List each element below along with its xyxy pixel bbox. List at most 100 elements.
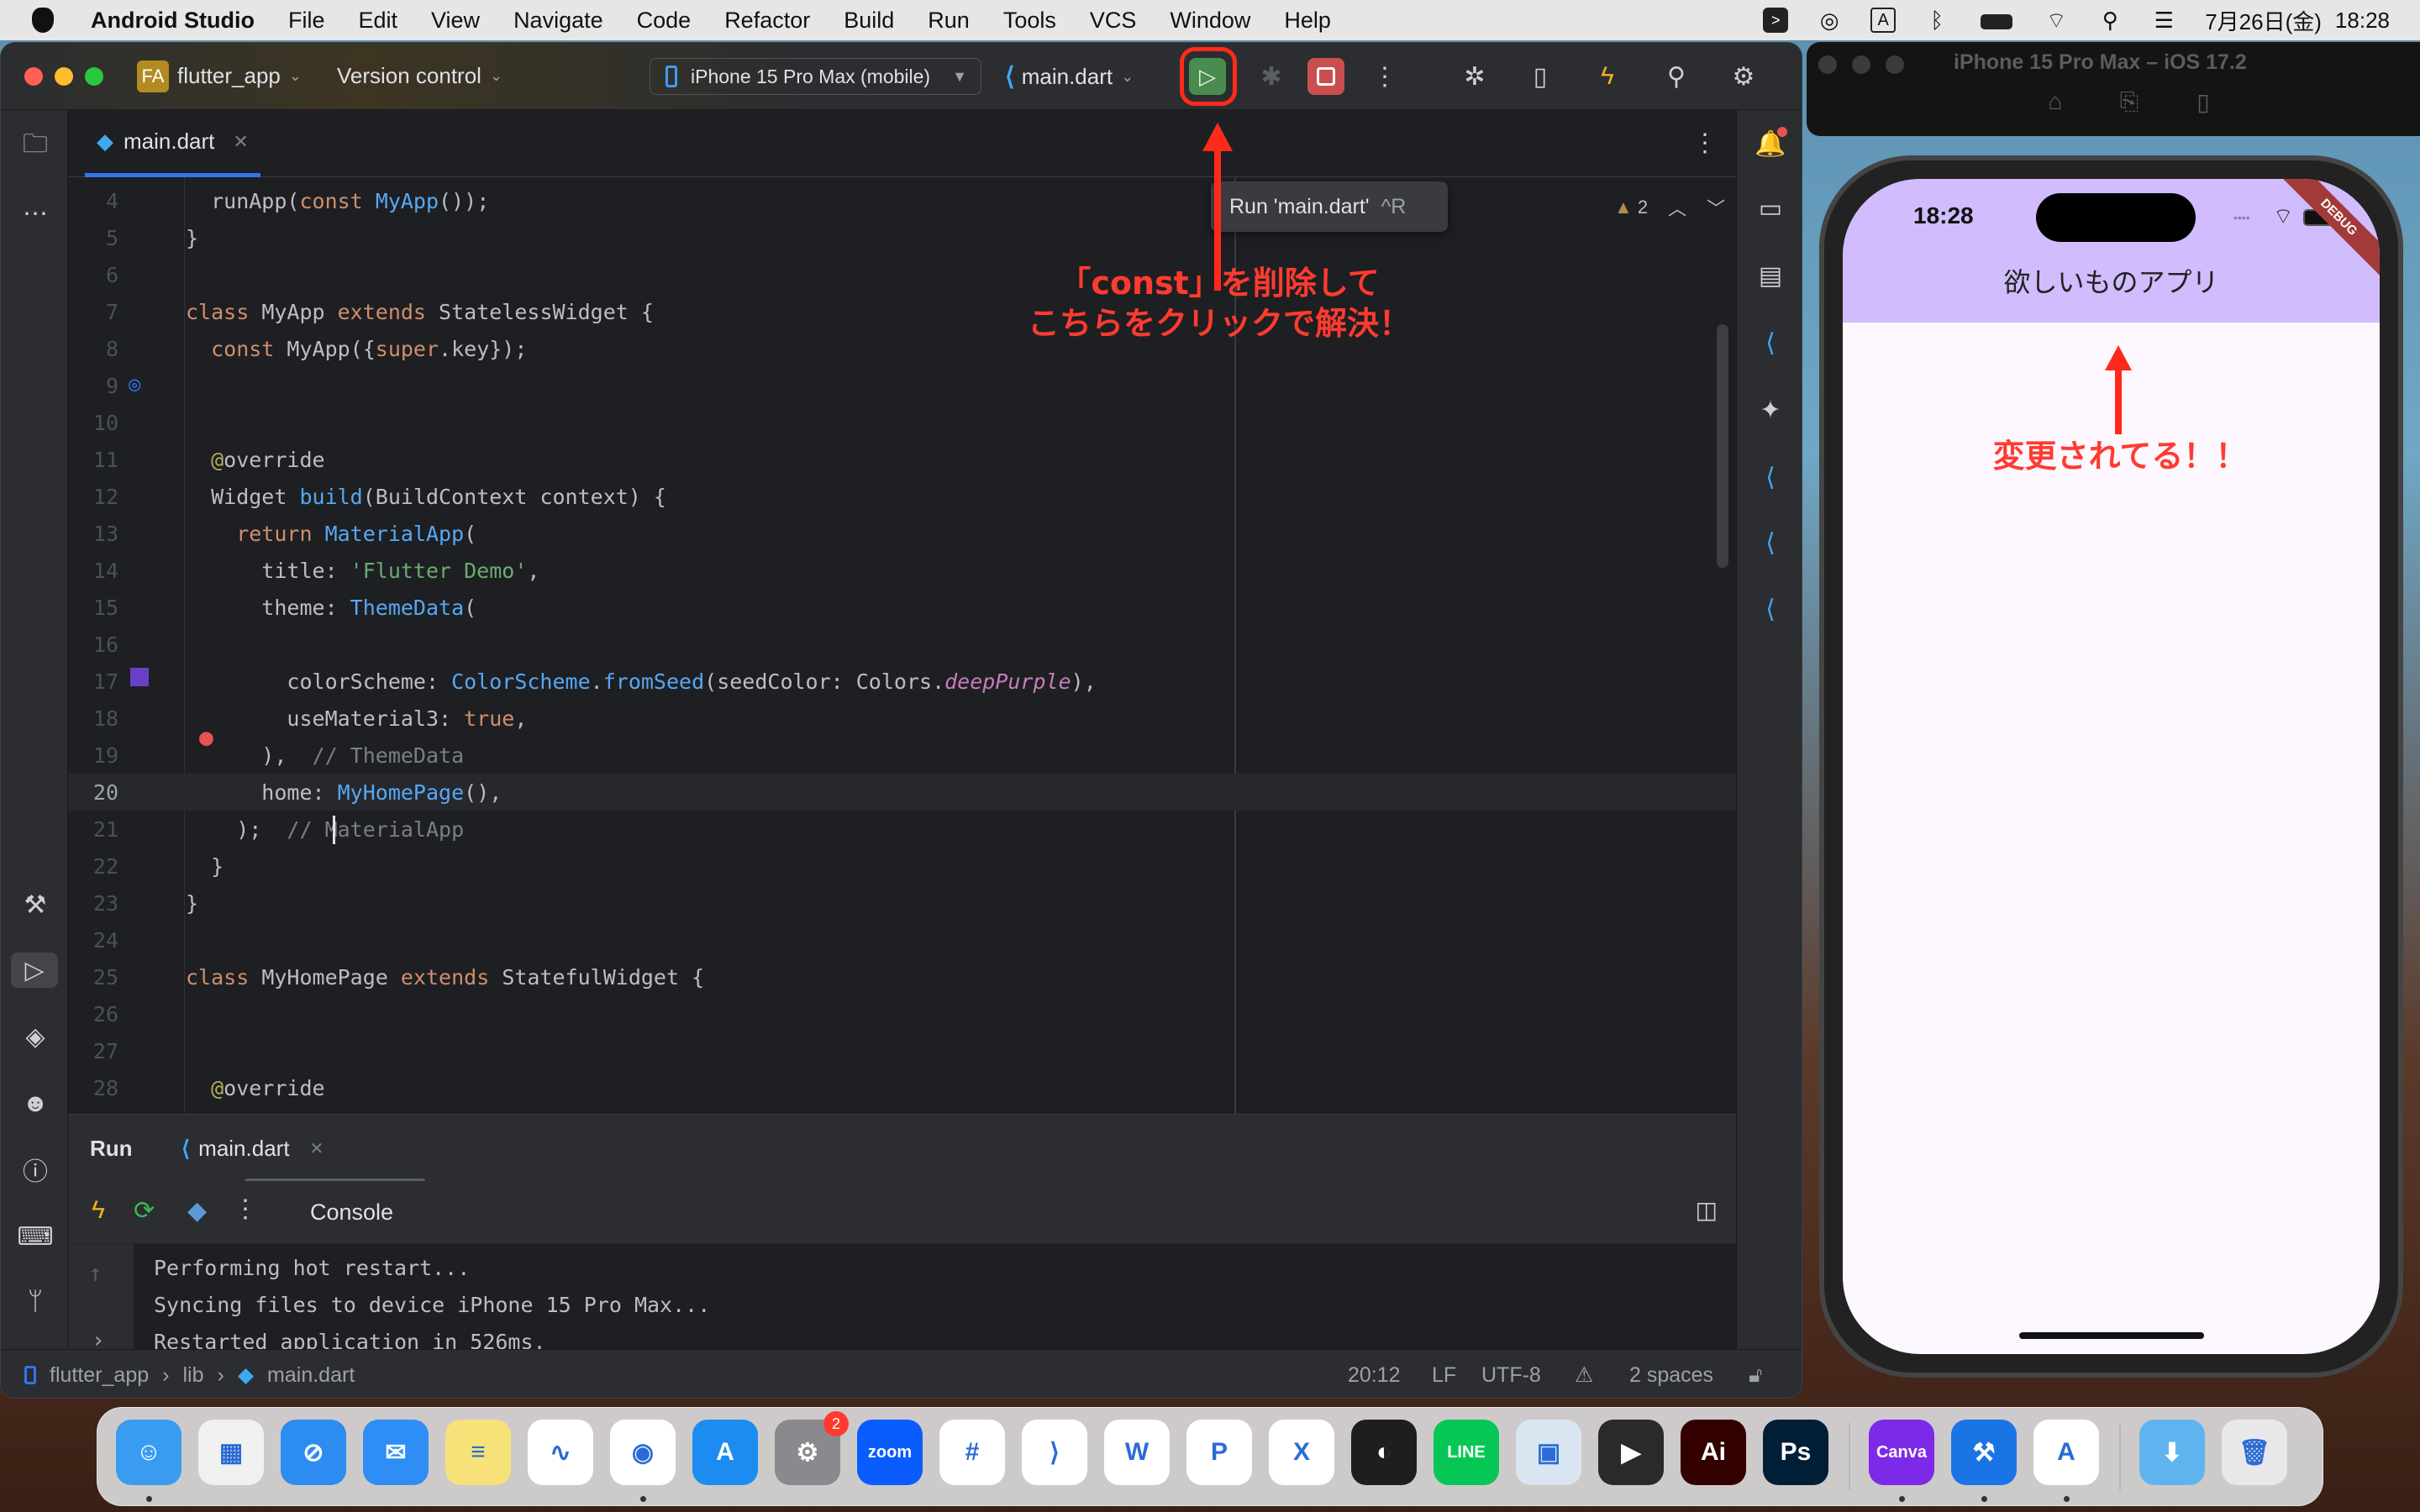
terminal-tool-button[interactable]: ⌨ [17, 1219, 53, 1254]
dock-app-excel[interactable]: X [1269, 1420, 1334, 1485]
build-tool-button[interactable]: ⚒ [18, 887, 53, 922]
code-line[interactable]: 19 ), // ThemeData [68, 737, 1736, 774]
menu-vcs[interactable]: VCS [1090, 8, 1137, 34]
bluetooth-icon[interactable]: ᛒ [1924, 8, 1949, 33]
home-icon[interactable]: ⌂ [2040, 88, 2070, 118]
dock-app-canva[interactable]: Canva [1869, 1420, 1934, 1485]
dock-app-launchpad[interactable]: ▦ [198, 1420, 264, 1485]
dock-app-word[interactable]: W [1104, 1420, 1170, 1485]
screenshot-icon[interactable]: ⎘ [2114, 88, 2144, 118]
menu-run[interactable]: Run [928, 8, 970, 34]
line-ending[interactable]: LF [1432, 1350, 1456, 1398]
code-line[interactable]: 26 [68, 995, 1736, 1032]
breadcrumb-file[interactable]: main.dart [267, 1363, 355, 1388]
code-line[interactable]: 23} [68, 885, 1736, 921]
close-window-button[interactable] [1818, 55, 1837, 74]
code-line[interactable]: 13 return MaterialApp( [68, 515, 1736, 552]
run-config-selector[interactable]: ⟨ main.dart ⌄ [1005, 58, 1134, 95]
hot-restart-icon[interactable]: ⟳ [134, 1196, 155, 1226]
line-number[interactable]: 20 [68, 780, 118, 805]
input-mode-icon[interactable]: A [1870, 8, 1897, 33]
stop-button[interactable] [1307, 58, 1344, 95]
dock-app-photoshop[interactable]: Ps [1763, 1420, 1828, 1485]
code-line[interactable]: 5} [68, 219, 1736, 256]
attach-debugger-button[interactable]: ✲ [1456, 58, 1493, 95]
indent-setting[interactable]: 2 spaces [1629, 1350, 1713, 1398]
dock-app-chrome[interactable]: ◉ [610, 1420, 676, 1485]
code-line[interactable]: 10 [68, 404, 1736, 441]
next-highlight-icon[interactable]: ﹀ [1707, 194, 1725, 221]
run-button[interactable]: ▷ [1189, 58, 1226, 95]
breadcrumb-folder[interactable]: lib [182, 1363, 203, 1388]
code-line[interactable]: 16 [68, 626, 1736, 663]
line-number[interactable]: 13 [68, 522, 118, 546]
line-number[interactable]: 18 [68, 706, 118, 731]
gemini-tool-button[interactable]: ◈ [18, 1019, 53, 1054]
close-tab-icon[interactable]: ✕ [310, 1138, 324, 1159]
code-line[interactable]: 22 } [68, 848, 1736, 885]
phone-screen[interactable]: 18:28 •••• ⌔ DEBUG 欲しいものアプリ 変更されてる！！ [1843, 179, 2380, 1354]
more-icon[interactable]: ⋮ [233, 1194, 258, 1224]
menubar-clock[interactable]: 18:28 [2335, 8, 2390, 34]
dock-app-illustrator[interactable]: Ai [1681, 1420, 1746, 1485]
dock-app-mail[interactable]: ✉ [363, 1420, 429, 1485]
menu-build[interactable]: Build [844, 8, 894, 34]
line-number[interactable]: 4 [68, 189, 118, 213]
dart-devtools-icon[interactable]: ◆ [187, 1196, 207, 1226]
project-tool-button[interactable]: 🗀 [18, 129, 53, 164]
line-number[interactable]: 21 [68, 817, 118, 842]
creative-cloud-icon[interactable]: ◎ [1817, 8, 1842, 33]
line-number[interactable]: 26 [68, 1002, 118, 1026]
zoom-window-button[interactable] [85, 66, 103, 86]
share-icon[interactable]: > [1763, 8, 1789, 33]
tab-options-icon[interactable]: ⋮ [1692, 129, 1718, 158]
flutter-outline-button[interactable]: ⟨ [1752, 524, 1789, 561]
flutter-performance-button[interactable]: ⟨ [1752, 459, 1789, 496]
zoom-window-button[interactable] [1886, 55, 1904, 74]
line-number[interactable]: 17 [68, 669, 118, 694]
dock-app-slack[interactable]: # [939, 1420, 1005, 1485]
override-marker-icon[interactable]: ◎ [129, 372, 140, 396]
console-tab[interactable]: Console [310, 1200, 393, 1226]
dock-app-figma[interactable]: ◐ [1351, 1420, 1417, 1485]
flutter-inspector-button[interactable]: ⟨ [1752, 324, 1789, 361]
code-line[interactable]: 4 runApp(const MyApp()); [68, 182, 1736, 219]
line-number[interactable]: 8 [68, 337, 118, 361]
debug-button[interactable]: ✱ [1253, 58, 1290, 95]
notifications-button[interactable]: 🔔 [1752, 125, 1789, 162]
device-selector[interactable]: iPhone 15 Pro Max (mobile) ▼ [650, 58, 981, 95]
code-line[interactable]: 27 [68, 1032, 1736, 1069]
line-number[interactable]: 10 [68, 411, 118, 435]
spotlight-search-icon[interactable]: ⚲ [2097, 8, 2123, 33]
code-line[interactable]: 21 ); // MaterialApp [68, 811, 1736, 848]
hot-reload-icon[interactable]: ϟ [92, 1196, 105, 1225]
lock-icon[interactable]: 🔓︎ [1749, 1350, 1762, 1398]
line-number[interactable]: 6 [68, 263, 118, 287]
dock-app-xcode[interactable]: ⚒ [1951, 1420, 2017, 1485]
menu-edit[interactable]: Edit [358, 8, 397, 34]
device-manager-tool-button[interactable]: ▭ [1752, 190, 1789, 227]
quick-fix-bulb-icon[interactable]: ● [199, 723, 213, 751]
problems-tool-button[interactable]: ⓘ [18, 1152, 53, 1187]
menu-app-name[interactable]: Android Studio [91, 8, 255, 34]
color-swatch-icon[interactable] [130, 668, 149, 686]
line-number[interactable]: 7 [68, 300, 118, 324]
line-number[interactable]: 28 [68, 1076, 118, 1100]
code-line[interactable]: 12 Widget build(BuildContext context) { [68, 478, 1736, 515]
code-line[interactable]: 9 [68, 367, 1736, 404]
search-everywhere-button[interactable]: ⚲ [1658, 58, 1695, 95]
dock-app-final-cut-pro[interactable]: ▶ [1598, 1420, 1664, 1485]
line-number[interactable]: 9 [68, 374, 118, 398]
code-line[interactable]: 20 home: MyHomePage(), [68, 774, 1736, 811]
line-number[interactable]: 25 [68, 965, 118, 990]
hot-reload-button[interactable]: ϟ [1589, 58, 1626, 95]
code-line[interactable]: 15 theme: ThemeData( [68, 589, 1736, 626]
file-encoding[interactable]: UTF-8 [1481, 1350, 1541, 1398]
line-number[interactable]: 15 [68, 596, 118, 620]
dock-app-powerpoint[interactable]: P [1186, 1420, 1252, 1485]
running-devices-tool-button[interactable]: ▤ [1752, 257, 1789, 294]
menu-help[interactable]: Help [1284, 8, 1331, 34]
layout-icon[interactable]: ◫ [1696, 1196, 1718, 1224]
inspection-icon[interactable]: ⚠ [1575, 1350, 1593, 1398]
control-center-icon[interactable]: ☰ [2151, 8, 2176, 33]
